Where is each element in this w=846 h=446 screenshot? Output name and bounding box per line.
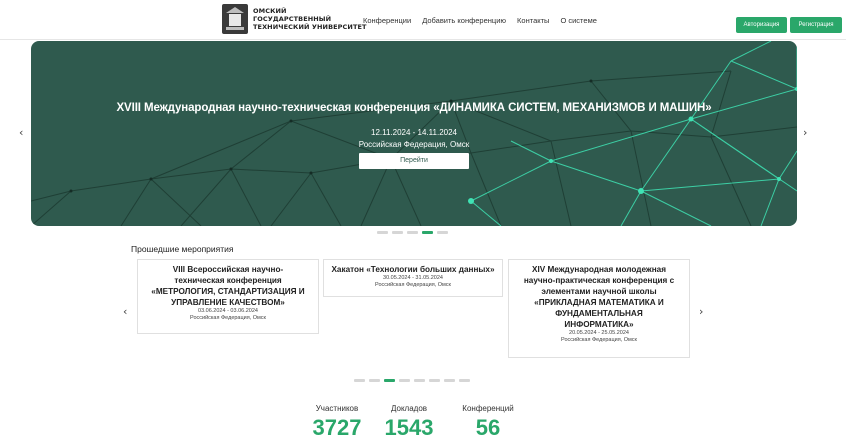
event-location: Российская Федерация, Омск — [375, 282, 451, 288]
nav-about[interactable]: О системе — [560, 16, 596, 25]
featured-conference-banner: XVIII Международная научно-техническая к… — [31, 41, 797, 226]
event-title-line: «МЕТРОЛОГИЯ, СТАНДАРТИЗАЦИЯ И — [151, 287, 305, 296]
stat-value: 56 — [475, 415, 501, 440]
university-emblem-icon — [222, 4, 248, 34]
past-events-dot[interactable] — [459, 379, 470, 382]
nav-conferences[interactable]: Конференции — [363, 16, 411, 25]
stat-reports: Докладов 1543 — [377, 404, 441, 440]
banner-open-button[interactable]: Перейти — [359, 153, 469, 169]
banner-pagination — [377, 231, 448, 234]
past-event-card[interactable]: VIII Всероссийская научно- техническая к… — [137, 259, 319, 334]
stat-participants: Участников 3727 — [305, 404, 369, 440]
past-events-prev-icon[interactable]: ‹ — [123, 305, 127, 318]
stat-value: 3727 — [312, 415, 362, 440]
past-events-next-icon[interactable]: › — [699, 305, 703, 318]
banner-dot[interactable] — [437, 231, 448, 234]
banner-dot[interactable] — [392, 231, 403, 234]
event-title-line: XIV Международная молодежная — [532, 265, 666, 274]
banner-dates: 12.11.2024 - 14.11.2024 — [371, 128, 457, 137]
past-events-dot[interactable] — [414, 379, 425, 382]
main-nav: Конференции Добавить конференцию Контакт… — [363, 16, 597, 25]
event-dates: 20.05.2024 - 25.05.2024 — [569, 330, 629, 336]
event-dates: 30.05.2024 - 31.05.2024 — [383, 275, 443, 281]
event-title-line: ИНФОРМАТИКА» — [564, 320, 634, 329]
past-events-pagination — [354, 379, 470, 382]
stat-label: Участников — [315, 404, 359, 413]
banner-location: Российская Федерация, Омск — [358, 140, 470, 149]
stat-value: 1543 — [384, 415, 434, 440]
login-button[interactable]: Авторизация — [736, 17, 787, 33]
event-title-line: «ПРИКЛАДНАЯ МАТЕМАТИКА И — [534, 298, 664, 307]
event-title-line: научно-практическая конференция с — [523, 276, 675, 285]
university-name: ОМСКИЙ ГОСУДАРСТВЕННЫЙ ТЕХНИЧЕСКИЙ УНИВЕ… — [253, 7, 367, 31]
past-events-dot[interactable] — [354, 379, 365, 382]
event-dates: 03.06.2024 - 03.06.2024 — [198, 308, 258, 314]
event-title-line: ФУНДАМЕНТАЛЬНАЯ — [555, 309, 643, 318]
past-event-card[interactable]: XIV Международная молодежная научно-прак… — [508, 259, 690, 358]
event-location: Российская Федерация, Омск — [561, 337, 637, 343]
nav-contacts[interactable]: Контакты — [517, 16, 549, 25]
past-events-dot[interactable] — [444, 379, 455, 382]
event-title-line: элементами научной школы — [541, 287, 657, 296]
stat-label: Докладов — [390, 404, 428, 413]
event-location: Российская Федерация, Омск — [190, 315, 266, 321]
past-events-heading: Прошедшие мероприятия — [131, 244, 234, 254]
banner-next-icon[interactable]: › — [803, 126, 807, 139]
banner-title: XVIII Международная научно-техническая к… — [116, 102, 712, 114]
past-events-dot-active[interactable] — [384, 379, 395, 382]
past-events-dot[interactable] — [429, 379, 440, 382]
banner-dot[interactable] — [407, 231, 418, 234]
event-title-line: VIII Всероссийская научно- — [172, 265, 284, 274]
event-title-line: техническая конференция — [174, 276, 282, 285]
university-logo[interactable]: ОМСКИЙ ГОСУДАРСТВЕННЫЙ ТЕХНИЧЕСКИЙ УНИВЕ… — [222, 4, 367, 34]
event-title-line: УПРАВЛЕНИЕ КАЧЕСТВОМ» — [171, 298, 285, 307]
nav-add-conference[interactable]: Добавить конференцию — [422, 16, 506, 25]
register-button[interactable]: Регистрация — [790, 17, 842, 33]
site-header: ОМСКИЙ ГОСУДАРСТВЕННЫЙ ТЕХНИЧЕСКИЙ УНИВЕ… — [0, 0, 846, 40]
banner-prev-icon[interactable]: ‹ — [19, 126, 23, 139]
event-title-line: Хакатон «Технологии больших данных» — [331, 265, 495, 274]
banner-dot-active[interactable] — [422, 231, 433, 234]
past-event-card[interactable]: Хакатон «Технологии больших данных» 30.0… — [323, 259, 503, 297]
logo-line-2: ГОСУДАРСТВЕННЫЙ — [253, 15, 332, 23]
logo-line-3: ТЕХНИЧЕСКИЙ УНИВЕРСИТЕТ — [253, 23, 367, 31]
stat-label: Конференций — [462, 404, 514, 413]
stat-conferences: Конференций 56 — [452, 404, 524, 440]
banner-dot[interactable] — [377, 231, 388, 234]
past-events-dot[interactable] — [399, 379, 410, 382]
logo-line-1: ОМСКИЙ — [253, 7, 287, 15]
past-events-dot[interactable] — [369, 379, 380, 382]
